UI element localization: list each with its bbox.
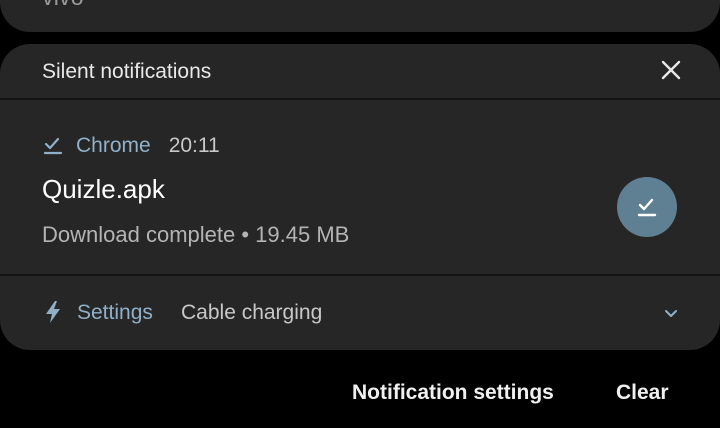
lightning-bolt-icon <box>46 301 60 323</box>
section-title: Silent notifications <box>42 60 212 83</box>
chevron-down-icon[interactable] <box>662 306 680 320</box>
notification-time: 20:11 <box>168 134 220 157</box>
close-icon[interactable] <box>658 57 684 83</box>
settings-label: Settings <box>77 301 153 324</box>
app-name: Chrome <box>76 134 151 157</box>
notification-title: Quizle.apk <box>42 174 165 204</box>
silent-section-header: Silent notifications <box>0 44 720 100</box>
notification-settings-button[interactable]: Notification settings <box>352 381 554 405</box>
notification-text: Download complete • 19.45 MB <box>42 222 350 247</box>
notification-app-row: Chrome 20:11 <box>42 132 220 160</box>
charging-status: Cable charging <box>181 301 323 324</box>
download-done-icon <box>43 137 63 155</box>
open-download-button[interactable] <box>617 177 677 237</box>
download-done-icon <box>637 198 657 217</box>
silent-notifications-card: Silent notifications Chrome 20:11 Quizle… <box>0 44 720 350</box>
clear-button[interactable]: Clear <box>616 381 669 405</box>
chrome-download-notification[interactable]: Chrome 20:11 Quizle.apk Download complet… <box>0 100 720 276</box>
notification-shade: vivo Silent notifications Chrome 20:11 Q… <box>0 0 720 428</box>
charging-notification[interactable]: Settings Cable charging <box>0 276 720 350</box>
previous-card-text: vivo <box>42 0 84 11</box>
previous-notification-card[interactable]: vivo <box>0 0 720 32</box>
